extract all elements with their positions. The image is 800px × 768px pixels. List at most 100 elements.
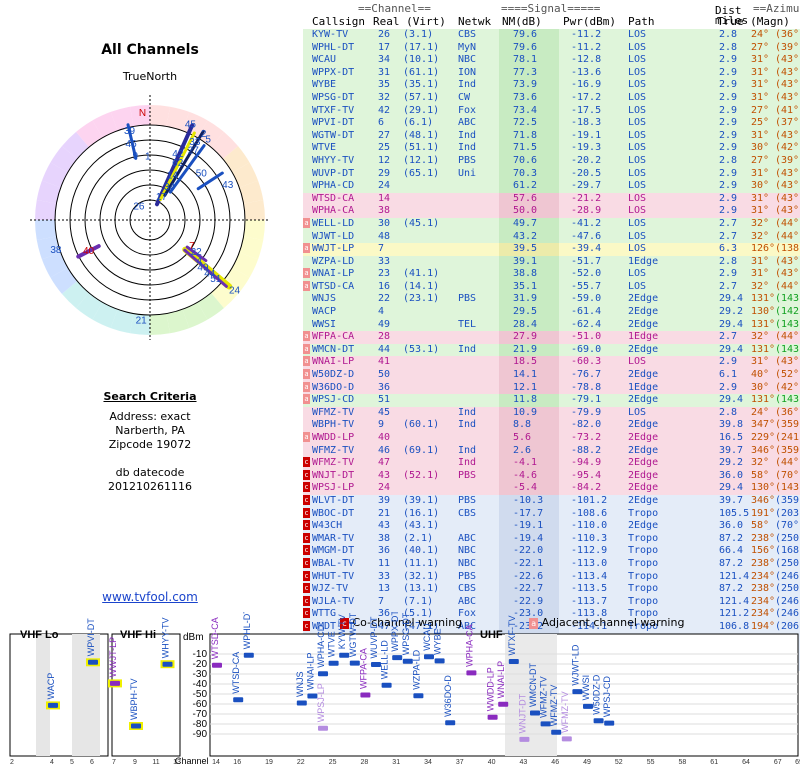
table-row[interactable]: aWTSD-CA 16 (14.1) 35.1 -55.7 LOS 2.7 32° (44°)	[303, 280, 800, 294]
cell-true-az: 58°	[751, 469, 770, 481]
cell-real: 32	[378, 91, 391, 103]
table-row[interactable]: WPHL-DT 17 (17.1) MyN 79.6 -11.2 LOS 2.8 27° (39°…	[303, 41, 800, 55]
x-tick-label: 19	[265, 759, 273, 766]
table-row[interactable]: c WLVT-DT 39 (39.1) PBS -10.3 -101.2 2Edge 39.7 3…	[303, 494, 800, 508]
table-row[interactable]: aW50DZ-D 50 14.1 -76.7 2Edge 6.1 40° (52°)	[303, 369, 800, 382]
table-row[interactable]: WPSG-DT 32 (57.1) CW 73.6 -17.2 LOS 2.9 31° (43°)	[303, 91, 800, 105]
table-row[interactable]: c WBOC-DT 21 (16.1) CBS -17.7 -108.6 Tropo 105.5…	[303, 507, 800, 521]
cell-true-az: 126°	[751, 243, 776, 255]
table-row[interactable]: WCAU 34 (10.1) NBC 78.1 -12.8 LOS 2.9 31° (43°)	[303, 54, 800, 67]
cell-nm: -22.0	[513, 545, 544, 557]
cell-callsign: WACP	[312, 306, 337, 318]
cell-true-az: 238°	[751, 557, 776, 569]
cell-real: 29	[378, 167, 391, 179]
table-row[interactable]: WPPX-DT 31 (61.1) ION 77.3 -13.6 LOS 2.9 31° (43°…	[303, 66, 800, 80]
cell-callsign: WMGM-DT	[312, 545, 355, 557]
table-row[interactable]: WUVP-DT 29 (65.1) Uni 70.3 -20.5 LOS 2.9 31° (43°…	[303, 167, 800, 181]
table-row[interactable]: WFMZ-TV 45 Ind 10.9 -79.9 LOS 2.8 24° (36°)	[303, 406, 800, 420]
cell-callsign: WPHA-CA	[312, 205, 355, 217]
cell-real: 11	[378, 557, 391, 569]
table-row[interactable]: WZPA-LD 33 39.1 -51.7 1Edge 2.8 31° (43°)	[303, 255, 800, 269]
table-row[interactable]: c WMAR-TV 38 (2.1) ABC -19.4 -110.3 Tropo 87.2 23…	[303, 532, 800, 546]
adjacent-channel-warning-icon: a	[303, 217, 310, 228]
cell-callsign: WFMZ-TV	[312, 406, 355, 418]
table-row[interactable]: c W43CH 43 (43.1) -19.1 -110.0 2Edge 36.0 58° (70…	[303, 520, 800, 533]
table-row[interactable]: aWFPA-CA 28 27.9 -51.0 1Edge 2.7 32° (44°)	[303, 331, 800, 344]
cell-magn-az: (143°)	[775, 343, 800, 355]
table-row[interactable]: WTXF-TV 42 (29.1) Fox 73.4 -17.5 LOS 2.9 27° (41°…	[303, 104, 800, 118]
table-row[interactable]: c WBAL-TV 11 (11.1) NBC -22.1 -113.0 Tropo 87.2 2…	[303, 557, 800, 571]
table-row[interactable]: a WMCN-DT 44 (53.1) Ind 21.9 -69.0 2Edge 29.4 131…	[303, 343, 800, 357]
table-row[interactable]: aWELL-LD 30 (45.1) 49.7 -41.2 LOS 2.7 32° (44°)	[303, 217, 800, 231]
cell-magn-az: (138°)	[775, 243, 800, 255]
cell-path: 2Edge	[628, 520, 659, 532]
table-row[interactable]: WBPH-TV 9 (60.1) Ind 8.8 -82.0 2Edge 39.8 347° (3…	[303, 419, 800, 432]
cell-real: 38	[378, 205, 391, 217]
table-row[interactable]: WHYY-TV 12 (12.1) PBS 70.6 -20.2 LOS 2.8 27° (39°…	[303, 154, 800, 168]
table-row[interactable]: WTVE 25 (51.1) Ind 71.5 -19.3 LOS 2.9 30° (42°)	[303, 142, 800, 155]
adjacent-channel-warning-icon: a	[303, 394, 310, 405]
signal-bar	[508, 659, 519, 664]
cell-nm: 70.3	[513, 167, 538, 179]
table-row[interactable]: c WJZ-TV 13 (13.1) CBS -22.7 -113.5 Tropo 87.2 23…	[303, 583, 800, 596]
cell-pwr: -51.0	[571, 331, 602, 343]
table-row[interactable]: c WJLA-TV 7 (7.1) ABC -22.9 -113.7 Tropo 121.4 23…	[303, 595, 800, 609]
cell-true-az: 31°	[751, 129, 770, 141]
table-row[interactable]: WFMZ-TV 46 (69.1) Ind 2.6 -88.2 2Edge 39.7 346°(…	[303, 444, 800, 458]
cell-pwr: -55.7	[571, 280, 602, 292]
table-row[interactable]: aW36DO-D 36 12.1 -78.8 1Edge 2.9 30° (42°)	[303, 381, 800, 395]
cell-magn-az: (44°)	[775, 457, 800, 469]
cell-netwk: NBC	[458, 54, 477, 66]
cell-path: 1Edge	[628, 255, 659, 267]
cell-dist: 39.8	[719, 419, 744, 431]
table-row[interactable]: aWWDD-LP 40 5.6 -73.2 2Edge 16.5 229°(241°)	[303, 432, 800, 445]
tvfool-link[interactable]: www.tvfool.com	[0, 590, 300, 604]
table-row[interactable]: aWWJT-LP 7 39.5 -39.4 LOS 6.3 126°(138°)	[303, 243, 800, 256]
table-row[interactable]: WACP 4 29.5 -61.4 2Edge 29.2 130°(142°)	[303, 306, 800, 319]
cell-nm: 49.7	[513, 217, 538, 229]
table-row[interactable]: WPHA-CD 24 61.2 -29.7 LOS 2.9 30° (43°)	[303, 180, 800, 193]
table-row[interactable]: WTSD-CA 14 57.6 -21.2 LOS 2.9 31° (43°)	[303, 192, 800, 206]
table-row[interactable]: KYW-TV 26 (3.1) CBS 79.6 -11.2 LOS 2.8 24° (36°)	[303, 29, 800, 42]
table-row[interactable]: WJWT-LD 48 43.2 -47.6 LOS 2.7 32° (44°)	[303, 230, 800, 244]
table-row[interactable]: c WHUT-TV 33 (32.1) PBS -22.6 -113.4 Tropo 121.4…	[303, 570, 800, 584]
cell-true-az: 31°	[751, 255, 770, 267]
cell-callsign: WFPA-CA	[312, 331, 355, 343]
cell-true-az: 347°	[751, 419, 776, 431]
cell-netwk: PBS	[458, 154, 477, 166]
table-row[interactable]: aWNAI-LP 41 18.5 -60.3 LOS 2.9 31° (43°)	[303, 356, 800, 370]
signal-bar	[162, 661, 173, 667]
cell-real: 49	[378, 318, 391, 330]
cell-netwk: ABC	[458, 117, 477, 129]
table-row[interactable]: cWPSJ-LP 24 -5.4 -84.2 2Edge 29.4 130°(143°)	[303, 482, 800, 495]
cell-real: 45	[378, 406, 391, 418]
cell-dist: 2.7	[719, 217, 738, 229]
cell-true-az: 31°	[751, 54, 770, 66]
cell-path: LOS	[628, 54, 647, 66]
table-row[interactable]: WYBE 35 (35.1) Ind 73.9 -16.9 LOS 2.9 31° (43°)	[303, 79, 800, 92]
cell-true-az: 131°	[751, 293, 776, 305]
table-row[interactable]: WPVI-DT 6 (6.1) ABC 72.5 -18.3 LOS 2.9 25° (37°)	[303, 117, 800, 130]
col-netwk: Netwk	[458, 15, 492, 28]
cell-path: LOS	[628, 356, 647, 368]
cell-magn-az: (43°)	[775, 356, 800, 368]
cell-dist: 29.4	[719, 394, 744, 406]
table-row[interactable]: WNJS 22 (23.1) PBS 31.9 -59.0 2Edge 29.4 131° (14…	[303, 293, 800, 307]
vhf-lo-label: VHF Lo	[20, 629, 59, 641]
table-row[interactable]: c WMGM-DT 36 (40.1) NBC -22.0 -112.9 Tropo 66.4 1…	[303, 545, 800, 558]
cell-netwk: Uni	[458, 167, 477, 179]
table-row[interactable]: WPHA-CA 38 50.0 -28.9 LOS 2.9 31° (43°)	[303, 205, 800, 218]
cell-pwr: -17.5	[571, 104, 602, 116]
table-row[interactable]: aWNAI-LP 23 (41.1) 38.8 -52.0 LOS 2.9 31° (43°)	[303, 268, 800, 281]
table-row[interactable]: aWPSJ-CD 51 11.8 -79.1 2Edge 29.4 131°(143°)	[303, 394, 800, 407]
cell-path: Tropo	[628, 507, 659, 519]
table-row[interactable]: WWSI 49 TEL 28.4 -62.4 2Edge 29.4 131°(143°)	[303, 318, 800, 332]
cell-magn-az: (143°)	[775, 293, 800, 305]
table-row[interactable]: c WNJT-DT 43 (52.1) PBS -4.6 -95.4 2Edge 36.0 58°…	[303, 469, 800, 483]
cell-path: LOS	[628, 192, 647, 204]
table-row[interactable]: WGTW-DT 27 (48.1) Ind 71.8 -19.1 LOS 2.9 31° (43°…	[303, 129, 800, 143]
cell-virt: (12.1)	[403, 154, 440, 166]
cell-callsign: WLVT-DT	[312, 494, 355, 506]
table-row[interactable]: cWFMZ-TV 47 Ind -4.1 -94.9 2Edge 29.2 32° (44°)	[303, 457, 800, 470]
cell-dist: 2.9	[719, 167, 738, 179]
